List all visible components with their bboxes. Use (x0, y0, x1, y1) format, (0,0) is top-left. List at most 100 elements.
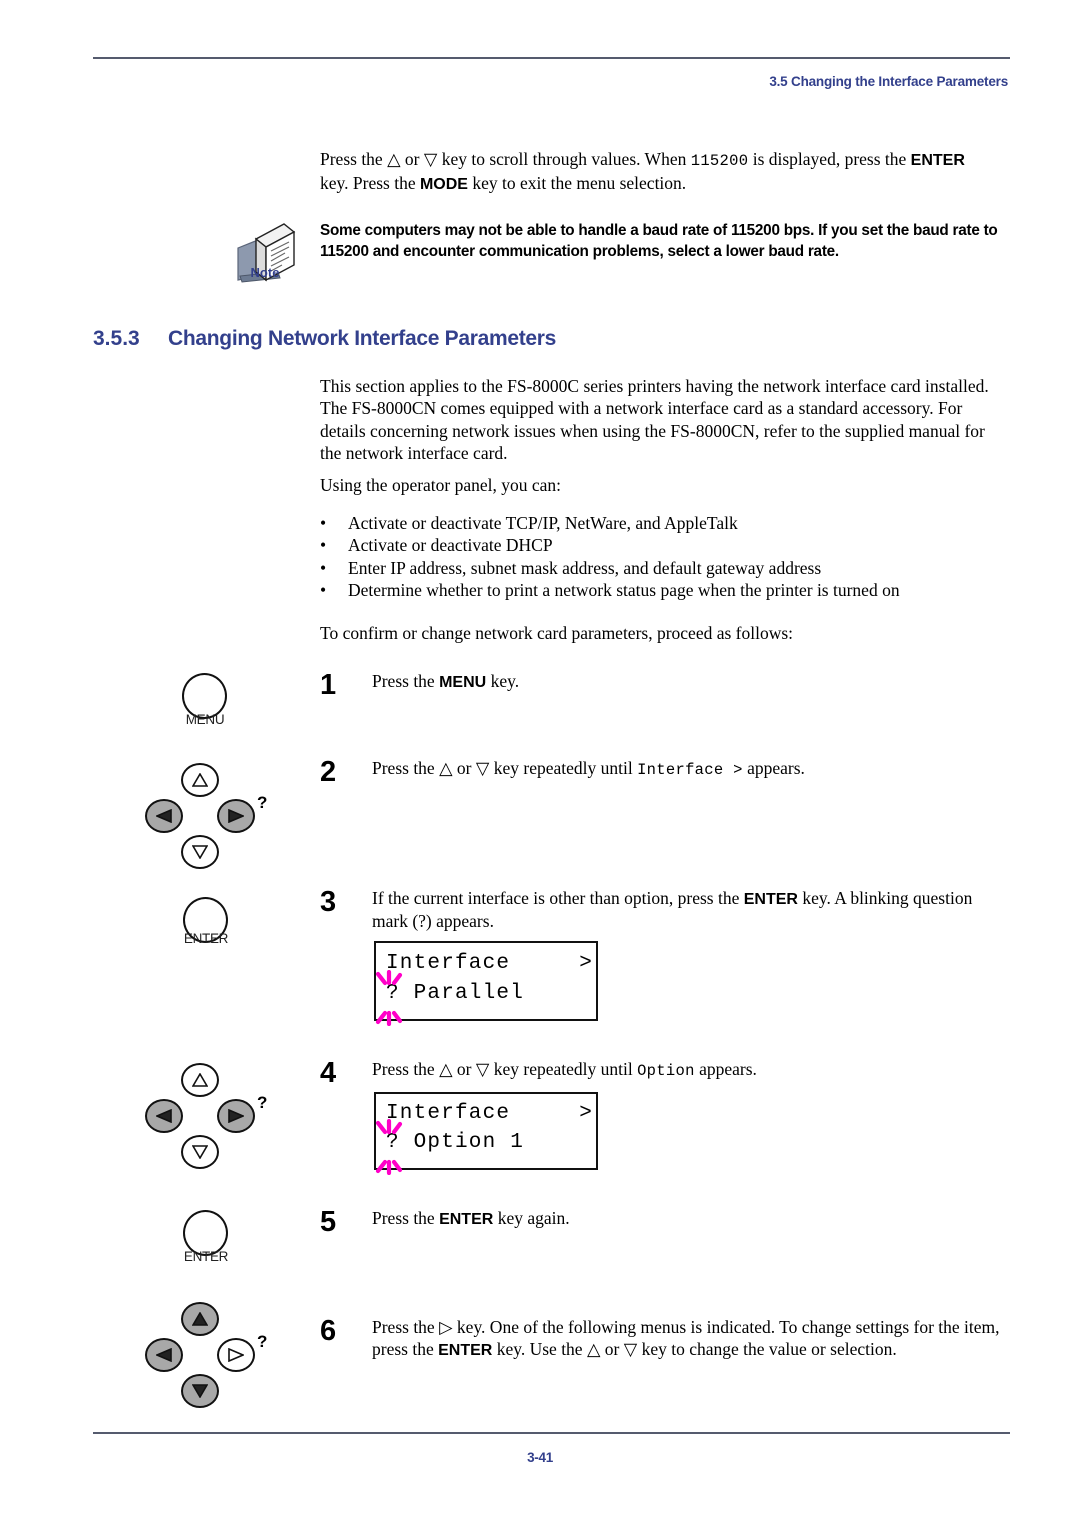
bullet-marker-icon: • (320, 580, 327, 601)
list-item: • Determine whether to print a network s… (320, 579, 1010, 601)
step6-text-d: or (600, 1339, 624, 1360)
left-arrow-key[interactable] (145, 1338, 183, 1372)
step1-text-b: key. (486, 671, 520, 691)
baud-value: 115200 (690, 152, 749, 170)
step-text-6: Press the ▷ key. One of the following me… (372, 1316, 1012, 1362)
step-number-1: 1 (320, 669, 337, 701)
page-number: 3-41 (527, 1450, 553, 1465)
down-arrow-glyph: ▽ (623, 1339, 638, 1360)
lcd2-line1: Interface > (386, 1102, 594, 1125)
list-item-label: Activate or deactivate DHCP (348, 535, 553, 556)
enter-key-caption: ENTER (183, 931, 229, 946)
intro-text-a: Press the (320, 149, 388, 169)
down-arrow-glyph: ▽ (475, 758, 490, 778)
step1-text-a: Press the (372, 671, 440, 691)
up-arrow-key[interactable] (181, 763, 219, 797)
step2-text-c: key repeatedly until (489, 758, 638, 778)
step2-text-d: appears. (742, 758, 805, 778)
intro-text-f: key to exit the menu selection. (467, 172, 687, 193)
step5-text-a: Press the (372, 1208, 440, 1228)
step-number-4: 4 (320, 1057, 337, 1089)
capability-list: • Activate or deactivate TCP/IP, NetWare… (320, 512, 1010, 602)
intro-text-b: or (400, 149, 424, 169)
up-arrow-key[interactable] (181, 1063, 219, 1097)
enter-key-label: ENTER (910, 152, 965, 169)
header-rule (93, 57, 1010, 59)
right-arrow-key[interactable] (217, 1338, 255, 1372)
step6-text-c: key. Use the (492, 1339, 587, 1360)
lcd2-line2: ? Option 1 (386, 1131, 525, 1154)
intro-text-e: key. Press the (320, 172, 420, 193)
step-number-3: 3 (320, 886, 337, 918)
step3-text-a: If the current interface is other than o… (372, 888, 744, 908)
lcd-interface-parallel: Interface > ? Parallel (374, 941, 598, 1021)
down-arrow-glyph: ▽ (475, 1059, 490, 1079)
step4-text-b: or (452, 1059, 476, 1079)
right-arrow-glyph: ▷ (439, 1317, 453, 1337)
up-arrow-glyph: △ (586, 1339, 601, 1360)
intro-text-c: key to scroll through values. When (437, 149, 691, 169)
left-arrow-key[interactable] (145, 799, 183, 833)
lcd1-line1: Interface > (386, 952, 594, 975)
enter-key-label: ENTER (743, 891, 798, 908)
step-number-2: 2 (320, 756, 337, 788)
step6-text-e: key to change the value or selection. (637, 1339, 897, 1360)
section-paragraph: This section applies to the FS-8000C ser… (320, 376, 989, 464)
step4-text-c: key repeatedly until (489, 1059, 638, 1079)
intro-paragraph: Press the △ or ▽ key to scroll through v… (320, 148, 1010, 195)
down-arrow-key[interactable] (181, 1374, 219, 1408)
question-mark-icon: ? (257, 1332, 268, 1351)
step4-text-d: appears. (694, 1059, 757, 1079)
enter-key-caption: ENTER (183, 1249, 229, 1264)
bullet-marker-icon: • (320, 557, 327, 578)
step-text-1: Press the MENU key. (372, 670, 1012, 693)
list-item: • Enter IP address, subnet mask address,… (320, 557, 1010, 579)
footer-rule (93, 1432, 1010, 1434)
up-arrow-glyph: △ (387, 149, 401, 169)
enter-key-label: ENTER (439, 1211, 494, 1228)
note-text: Some computers may not be able to handle… (320, 222, 998, 261)
section-number: 3.5.3 (93, 327, 140, 350)
blink-indicator-icon (370, 969, 404, 1027)
right-arrow-key[interactable] (217, 1099, 255, 1133)
down-arrow-key[interactable] (181, 835, 219, 869)
menu-key-caption: MENU (185, 712, 225, 727)
step2-text-a: Press the (372, 758, 440, 778)
up-arrow-key[interactable] (181, 1302, 219, 1336)
step2-text-b: or (452, 758, 476, 778)
list-item-label: Determine whether to print a network sta… (348, 580, 900, 601)
note-label: Note (250, 265, 280, 280)
step4-text-a: Press the (372, 1059, 440, 1079)
bullet-marker-icon: • (320, 513, 327, 533)
list-item: • Activate or deactivate TCP/IP, NetWare… (320, 512, 1010, 534)
list-item-label: Activate or deactivate TCP/IP, NetWare, … (348, 513, 738, 533)
step-number-5: 5 (320, 1206, 337, 1238)
bullet-marker-icon: • (320, 535, 327, 556)
step-text-2: Press the △ or ▽ key repeatedly until In… (372, 757, 1012, 781)
enter-key-label: ENTER (438, 1342, 493, 1360)
right-arrow-key[interactable] (217, 799, 255, 833)
step-text-5: Press the ENTER key again. (372, 1207, 1012, 1230)
up-arrow-glyph: △ (439, 1059, 453, 1079)
step-text-4: Press the △ or ▽ key repeatedly until Op… (372, 1058, 1012, 1082)
step-number-6: 6 (320, 1315, 337, 1347)
up-arrow-glyph: △ (439, 758, 453, 778)
list-item: • Activate or deactivate DHCP (320, 534, 1010, 556)
lcd1-line2: ? Parallel (386, 982, 525, 1005)
step4-mono-value: Option (637, 1062, 695, 1080)
down-arrow-glyph: ▽ (423, 149, 438, 169)
step2-mono-value: Interface > (637, 761, 743, 779)
header-running-title: 3.5 Changing the Interface Parameters (769, 74, 1008, 89)
closing-text: To confirm or change network card parame… (320, 623, 794, 643)
step-text-3: If the current interface is other than o… (372, 887, 1012, 933)
section-title: Changing Network Interface Parameters (168, 327, 557, 350)
mode-key-label: MODE (419, 175, 468, 193)
intro-text-d: is displayed, press the (748, 149, 911, 169)
question-mark-icon: ? (257, 1093, 268, 1112)
down-arrow-key[interactable] (181, 1135, 219, 1169)
lcd-interface-option1: Interface > ? Option 1 (374, 1092, 598, 1170)
blink-indicator-icon (370, 1118, 404, 1176)
lead-in-text: Using the operator panel, you can: (320, 475, 562, 495)
left-arrow-key[interactable] (145, 1099, 183, 1133)
question-mark-icon: ? (257, 793, 268, 812)
